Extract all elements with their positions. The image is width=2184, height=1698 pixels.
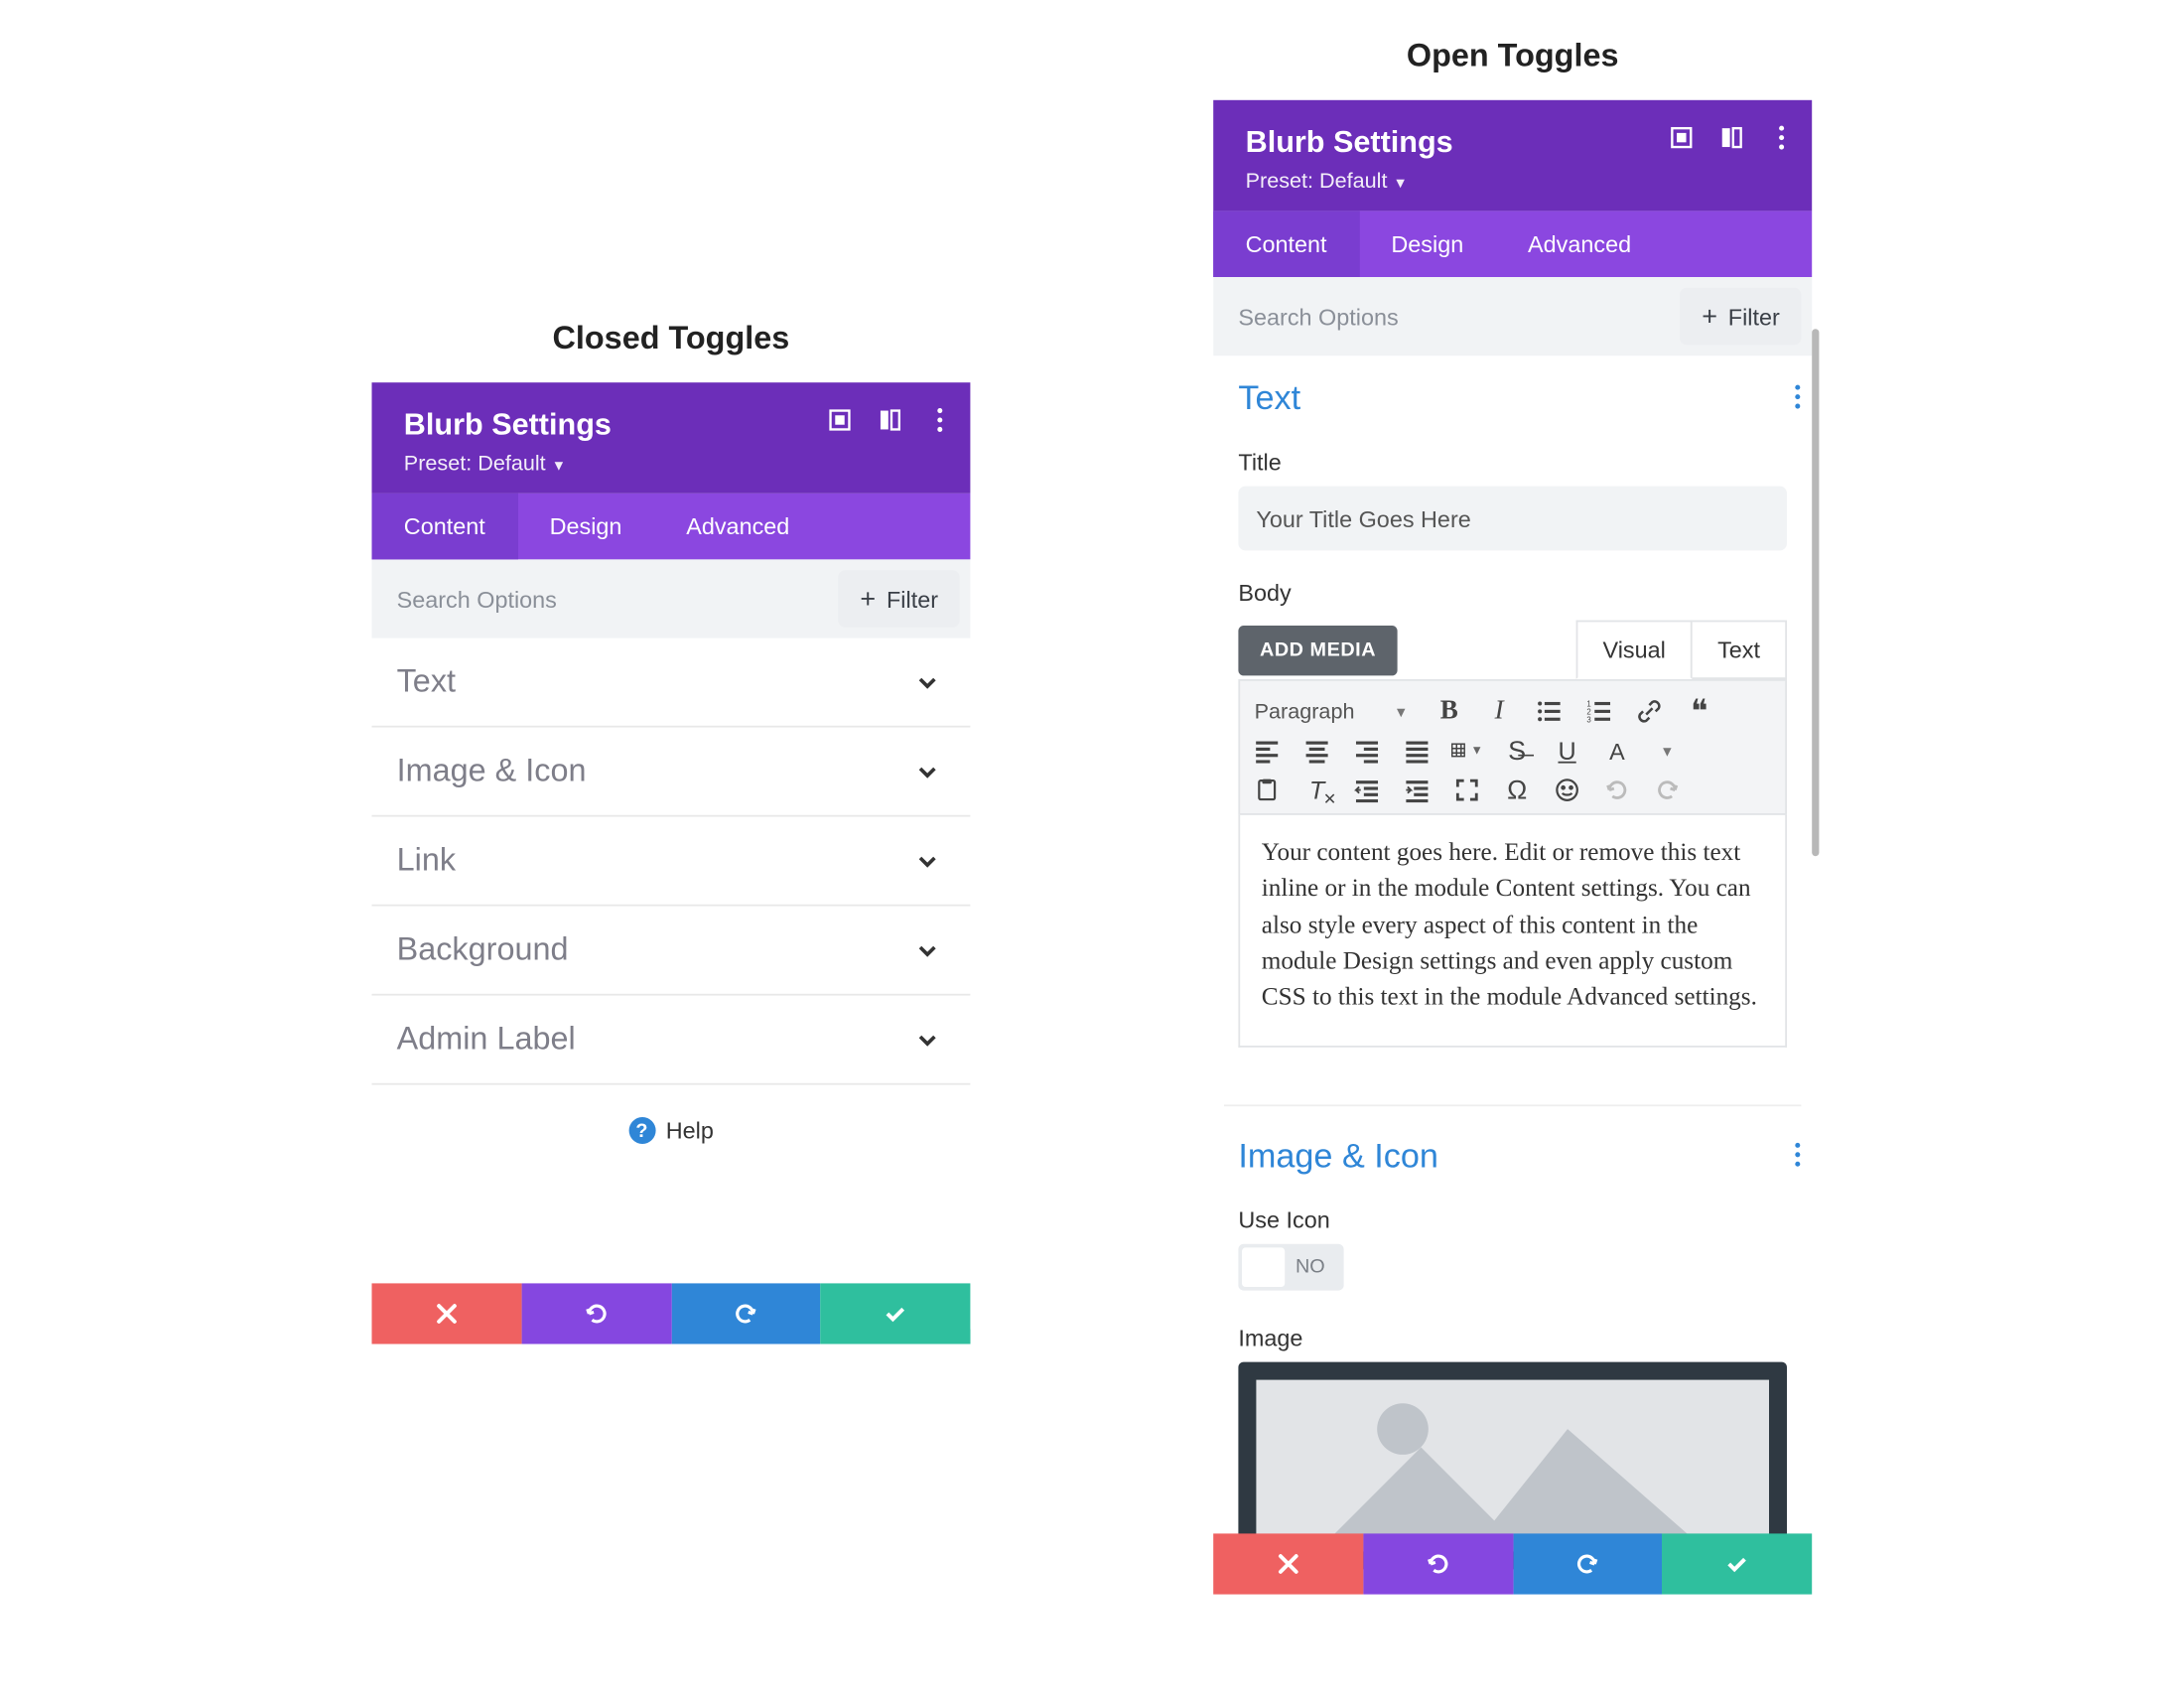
undo-button[interactable]	[521, 1283, 671, 1344]
tab-bar: Content Design Advanced	[1213, 211, 1812, 277]
title-label: Title	[1238, 449, 1787, 476]
align-right-icon[interactable]	[1351, 735, 1383, 767]
chevron-down-icon	[913, 757, 942, 785]
emoji-icon[interactable]	[1551, 774, 1582, 805]
tab-content[interactable]: Content	[371, 494, 517, 560]
search-input[interactable]	[371, 559, 828, 637]
outdent-icon[interactable]	[1351, 774, 1383, 805]
tab-advanced[interactable]: Advanced	[1496, 211, 1664, 277]
search-input[interactable]	[1213, 277, 1670, 355]
menu-dots-icon[interactable]	[1769, 125, 1794, 159]
expand-icon[interactable]	[1669, 125, 1694, 159]
tab-content[interactable]: Content	[1213, 211, 1359, 277]
toggle-text[interactable]: Text	[371, 638, 970, 728]
text-color-icon[interactable]: A	[1601, 735, 1633, 767]
toggle-background[interactable]: Background	[371, 907, 970, 996]
title-input[interactable]	[1238, 487, 1787, 551]
indent-icon[interactable]	[1401, 774, 1433, 805]
open-heading: Open Toggles	[1213, 38, 1812, 75]
special-char-icon[interactable]: Ω	[1501, 774, 1533, 805]
svg-text:3: 3	[1586, 715, 1591, 724]
toggle-image-icon[interactable]: Image & Icon	[371, 728, 970, 817]
preset-selector[interactable]: Preset: Default ▼	[1246, 168, 1780, 193]
text-tab[interactable]: Text	[1691, 621, 1787, 679]
confirm-button[interactable]	[1662, 1533, 1812, 1594]
snap-icon[interactable]	[878, 407, 902, 441]
section-header-text[interactable]: Text	[1213, 355, 1812, 431]
plus-icon: +	[860, 586, 876, 613]
format-dropdown[interactable]: Paragraph▼	[1251, 695, 1416, 727]
scrollbar[interactable]	[1812, 329, 1819, 856]
bold-icon[interactable]: B	[1433, 695, 1465, 727]
tab-design[interactable]: Design	[1359, 211, 1496, 277]
footer-bar	[1213, 1533, 1812, 1594]
search-row: +Filter	[1213, 277, 1812, 355]
help-link[interactable]: ? Help	[371, 1085, 970, 1177]
settings-panel-open: Blurb Settings Preset: Default ▼ Content…	[1213, 100, 1812, 1595]
toggle-link[interactable]: Link	[371, 817, 970, 907]
bullet-list-icon[interactable]	[1533, 695, 1565, 727]
undo-button[interactable]	[1363, 1533, 1513, 1594]
redo-button[interactable]	[671, 1283, 821, 1344]
cancel-button[interactable]	[1213, 1533, 1363, 1594]
italic-icon[interactable]: I	[1483, 695, 1515, 727]
caret-down-icon: ▼	[552, 458, 566, 474]
align-justify-icon[interactable]	[1401, 735, 1433, 767]
use-icon-label: Use Icon	[1238, 1206, 1787, 1233]
section-divider	[1224, 1104, 1801, 1106]
use-icon-toggle[interactable]: NO	[1238, 1244, 1342, 1291]
paste-icon[interactable]	[1251, 774, 1283, 805]
snap-icon[interactable]	[1719, 125, 1744, 159]
toggle-knob	[1242, 1247, 1285, 1287]
cancel-button[interactable]	[371, 1283, 521, 1344]
quote-icon[interactable]: ❝	[1684, 695, 1715, 727]
footer-bar	[371, 1283, 970, 1344]
undo-editor-icon[interactable]	[1601, 774, 1633, 805]
settings-panel-closed: Blurb Settings Preset: Default ▼ Content…	[371, 382, 970, 1344]
align-left-icon[interactable]	[1251, 735, 1283, 767]
chevron-down-icon	[913, 846, 942, 875]
section-menu-icon[interactable]	[1794, 1141, 1801, 1175]
section-header-image[interactable]: Image & Icon	[1213, 1113, 1812, 1189]
chevron-down-icon	[913, 1025, 942, 1054]
fullscreen-icon[interactable]	[1451, 774, 1483, 805]
panel-header[interactable]: Blurb Settings Preset: Default ▼	[1213, 100, 1812, 212]
text-color-dropdown-icon[interactable]: ▼	[1651, 735, 1683, 767]
menu-dots-icon[interactable]	[927, 407, 952, 441]
table-icon[interactable]: ▼	[1451, 735, 1483, 767]
caret-down-icon: ▼	[1394, 175, 1408, 191]
plus-icon: +	[1702, 303, 1717, 330]
expand-icon[interactable]	[827, 407, 852, 441]
help-icon: ?	[628, 1117, 655, 1144]
chevron-down-icon	[913, 935, 942, 964]
editor-toolbar: Paragraph▼ B I 123 ❝ ▼ S̶	[1238, 679, 1787, 815]
filter-button[interactable]: +Filter	[1681, 288, 1802, 346]
body-label: Body	[1238, 579, 1787, 606]
link-icon[interactable]	[1633, 695, 1665, 727]
add-media-button[interactable]: ADD MEDIA	[1238, 625, 1397, 674]
chevron-down-icon	[913, 667, 942, 696]
filter-button[interactable]: +Filter	[839, 570, 960, 628]
number-list-icon[interactable]: 123	[1583, 695, 1615, 727]
preset-selector[interactable]: Preset: Default ▼	[404, 451, 938, 476]
tab-bar: Content Design Advanced	[371, 494, 970, 560]
redo-button[interactable]	[1513, 1533, 1663, 1594]
image-placeholder-icon	[1256, 1380, 1769, 1552]
strikethrough-icon[interactable]: S̶	[1501, 735, 1533, 767]
search-row: +Filter	[371, 559, 970, 637]
body-editor[interactable]: Your content goes here. Edit or remove t…	[1238, 815, 1787, 1048]
image-label: Image	[1238, 1325, 1787, 1351]
section-menu-icon[interactable]	[1794, 383, 1801, 417]
toggle-admin-label[interactable]: Admin Label	[371, 996, 970, 1085]
clear-format-icon[interactable]: T✕	[1300, 774, 1332, 805]
visual-tab[interactable]: Visual	[1576, 621, 1693, 679]
tab-design[interactable]: Design	[517, 494, 654, 560]
tab-advanced[interactable]: Advanced	[654, 494, 822, 560]
align-center-icon[interactable]	[1300, 735, 1332, 767]
panel-header[interactable]: Blurb Settings Preset: Default ▼	[371, 382, 970, 494]
closed-heading: Closed Toggles	[371, 320, 970, 357]
redo-editor-icon[interactable]	[1651, 774, 1683, 805]
confirm-button[interactable]	[821, 1283, 971, 1344]
underline-icon[interactable]: U	[1551, 735, 1582, 767]
